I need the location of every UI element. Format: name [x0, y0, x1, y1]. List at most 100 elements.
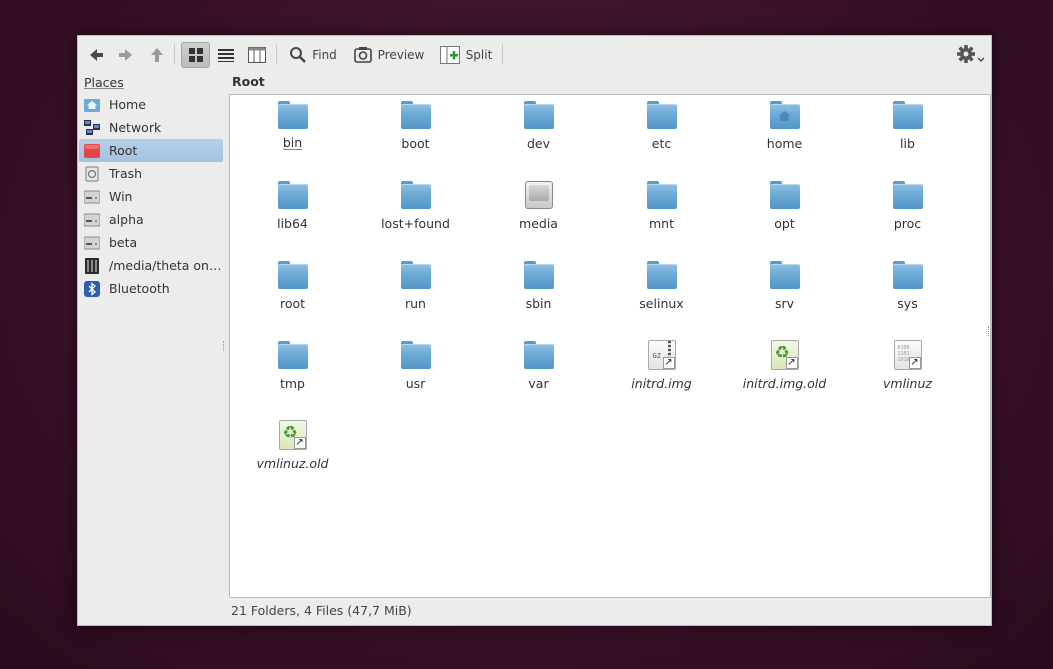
view-splitter-handle[interactable] — [988, 326, 991, 336]
folder-icon — [400, 339, 432, 371]
place-beta[interactable]: beta — [79, 231, 223, 254]
place-alpha[interactable]: alpha — [79, 208, 223, 231]
file-item[interactable]: 0100 1101 1010 ↗ vmlinuz — [846, 339, 969, 419]
place-root[interactable]: Root — [79, 139, 223, 162]
back-button[interactable] — [86, 42, 106, 68]
file-item[interactable]: lost+found — [354, 179, 477, 259]
file-item[interactable]: lib — [846, 99, 969, 179]
place-label: Bluetooth — [109, 281, 170, 296]
place-label: beta — [109, 235, 138, 250]
place-win[interactable]: Win — [79, 185, 223, 208]
file-item[interactable]: bin — [231, 99, 354, 179]
file-view[interactable]: bin boot dev etc home lib lib64 lost+found media… — [229, 94, 991, 598]
file-item[interactable]: mnt — [600, 179, 723, 259]
file-name: sys — [897, 296, 918, 311]
file-item[interactable]: var — [477, 339, 600, 419]
file-item[interactable]: media — [477, 179, 600, 259]
location-title: Root — [232, 74, 265, 89]
file-name: etc — [651, 136, 672, 151]
file-name: boot — [401, 136, 430, 151]
file-item[interactable]: GZ ↗ initrd.img — [600, 339, 723, 419]
place-home[interactable]: Home — [79, 93, 223, 116]
file-item[interactable]: ♻ ↗ initrd.img.old — [723, 339, 846, 419]
place-label: Root — [109, 143, 138, 158]
arrow-right-icon — [119, 48, 132, 61]
file-name: usr — [405, 376, 426, 391]
place-bluetooth[interactable]: Bluetooth — [79, 277, 223, 300]
split-icon — [439, 45, 460, 64]
columns-view-button[interactable] — [246, 42, 268, 68]
folder-icon — [646, 259, 678, 291]
backup-link-icon: ♻ ↗ — [277, 419, 309, 451]
place-label: Home — [109, 97, 146, 112]
file-name: run — [405, 296, 426, 311]
place-network[interactable]: Network — [79, 116, 223, 139]
file-name: bin — [282, 135, 303, 150]
folder-icon — [892, 99, 924, 131]
panel-splitter-handle[interactable] — [223, 341, 226, 351]
file-name: lost+found — [381, 216, 450, 231]
file-item[interactable]: etc — [600, 99, 723, 179]
find-button[interactable]: Find — [288, 42, 338, 68]
file-name: home — [766, 136, 803, 151]
place-label: alpha — [109, 212, 144, 227]
folder-icon — [277, 339, 309, 371]
trash-icon — [84, 166, 100, 182]
preview-button[interactable]: Preview — [353, 42, 425, 68]
toolbar-separator — [174, 44, 175, 64]
control-menu-button[interactable] — [954, 42, 988, 68]
file-name: selinux — [639, 296, 684, 311]
grid-icon — [188, 47, 203, 62]
file-item[interactable]: usr — [354, 339, 477, 419]
file-item[interactable]: dev — [477, 99, 600, 179]
file-name: initrd.img — [631, 376, 692, 391]
split-button[interactable]: Split — [438, 42, 494, 68]
drive-icon — [83, 212, 101, 228]
file-name: root — [279, 296, 306, 311]
file-item[interactable]: opt — [723, 179, 846, 259]
file-item[interactable]: proc — [846, 179, 969, 259]
up-button[interactable] — [147, 42, 167, 68]
file-name: vmlinuz — [883, 376, 932, 391]
folder-icon — [523, 259, 555, 291]
file-item[interactable]: srv — [723, 259, 846, 339]
file-item[interactable]: root — [231, 259, 354, 339]
root-folder-icon — [84, 143, 100, 159]
file-item[interactable]: home — [723, 99, 846, 179]
folder-icon — [523, 339, 555, 371]
forward-button[interactable] — [116, 42, 136, 68]
drive-icon — [523, 179, 555, 211]
file-item[interactable]: ♻ ↗ vmlinuz.old — [231, 419, 354, 499]
file-item[interactable]: sbin — [477, 259, 600, 339]
place-media-theta[interactable]: /media/theta on ... — [79, 254, 223, 277]
file-item[interactable]: sys — [846, 259, 969, 339]
file-name: srv — [774, 296, 795, 311]
file-name: lib64 — [277, 216, 308, 231]
file-name: vmlinuz.old — [256, 456, 329, 471]
file-name: mnt — [649, 216, 674, 231]
place-label: Network — [109, 120, 162, 135]
file-item[interactable]: tmp — [231, 339, 354, 419]
backup-link-icon: ♻ ↗ — [769, 339, 801, 371]
folder-icon — [892, 259, 924, 291]
file-item[interactable]: boot — [354, 99, 477, 179]
folder-icon — [769, 179, 801, 211]
file-grid: bin boot dev etc home lib lib64 lost+found media… — [230, 95, 990, 499]
file-name: lib — [900, 136, 915, 151]
folder-icon — [400, 99, 432, 131]
arrow-left-icon — [90, 48, 103, 61]
home-folder-icon — [769, 99, 801, 131]
network-icon — [84, 119, 100, 136]
file-name: tmp — [279, 376, 305, 391]
place-trash[interactable]: Trash — [79, 162, 223, 185]
file-item[interactable]: selinux — [600, 259, 723, 339]
preview-icon — [353, 46, 372, 63]
file-item[interactable]: run — [354, 259, 477, 339]
toolbar: Find Preview Split — [78, 36, 991, 73]
list-icon — [218, 48, 234, 62]
icons-view-button[interactable] — [181, 41, 210, 68]
status-bar-text: 21 Folders, 4 Files (47,7 MiB) — [231, 603, 412, 618]
drive-icon — [83, 189, 101, 205]
details-view-button[interactable] — [216, 42, 236, 68]
file-item[interactable]: lib64 — [231, 179, 354, 259]
